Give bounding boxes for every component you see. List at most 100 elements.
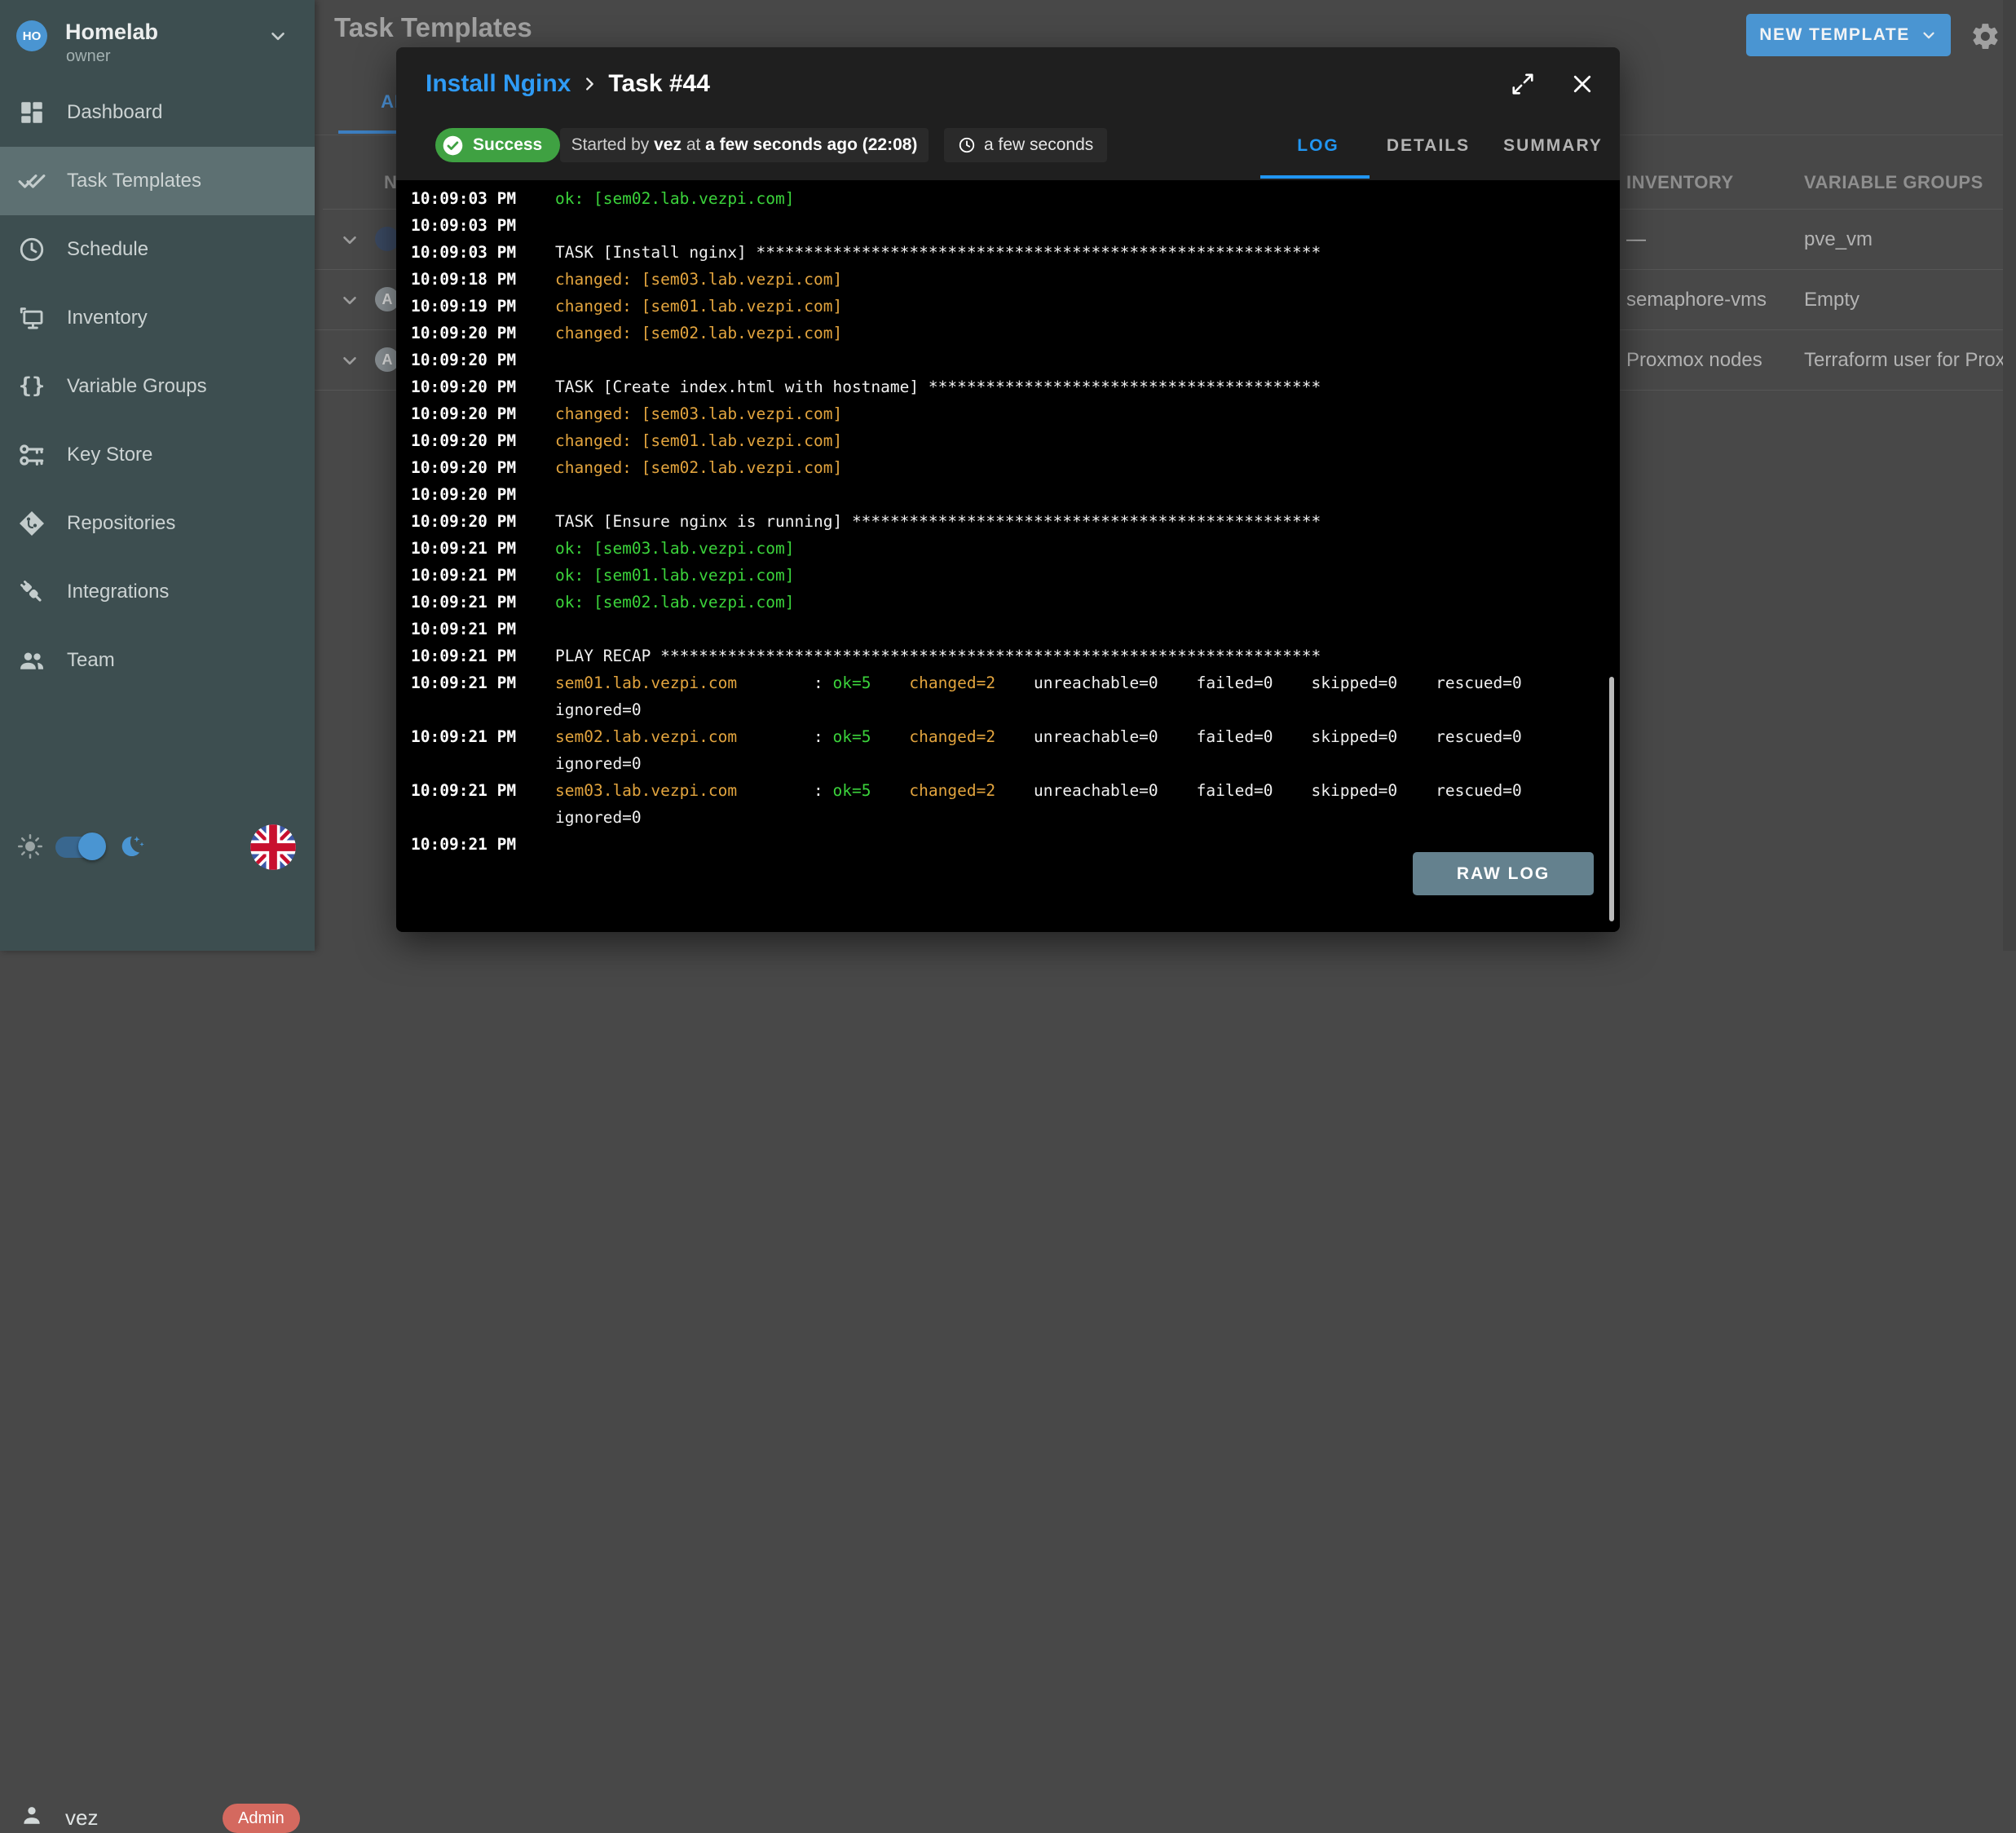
sidebar-item-label: Team xyxy=(67,649,115,672)
log-text: changed: [sem01.lab.vezpi.com] xyxy=(555,431,842,450)
log-text xyxy=(871,727,909,746)
chevron-down-icon[interactable] xyxy=(339,229,360,250)
integrations-icon xyxy=(18,578,46,606)
log-text: PLAY RECAP *****************************… xyxy=(555,647,1321,665)
log-timestamp: 10:09:21 PM xyxy=(411,643,555,669)
sidebar-item-key-store[interactable]: Key Store xyxy=(0,421,315,489)
sidebar-item-integrations[interactable]: Integrations xyxy=(0,558,315,626)
inventory-icon xyxy=(18,304,46,332)
raw-log-button[interactable]: RAW LOG xyxy=(1413,852,1594,895)
sidebar-item-label: Key Store xyxy=(67,444,152,466)
breadcrumb-task-title: Task #44 xyxy=(608,70,710,98)
log-line: 10:09:20 PMTASK [Create index.html with … xyxy=(411,373,1620,400)
log-scrollbar[interactable] xyxy=(1609,677,1614,921)
sidebar-item-label: Repositories xyxy=(67,512,175,535)
modal-breadcrumb: Install Nginx Task #44 xyxy=(426,70,710,98)
language-flag-icon[interactable] xyxy=(249,824,297,871)
variable-groups-icon: {} xyxy=(18,373,46,400)
started-when: a few seconds ago (22:08) xyxy=(705,135,917,155)
log-text: ok: [sem02.lab.vezpi.com] xyxy=(555,189,795,208)
sidebar-item-dashboard[interactable]: Dashboard xyxy=(0,78,315,147)
log-text: : xyxy=(814,674,832,692)
log-timestamp: 10:09:03 PM xyxy=(411,185,555,212)
log-text: changed: [sem02.lab.vezpi.com] xyxy=(555,458,842,477)
project-role: owner xyxy=(66,47,110,66)
log-line: 10:09:21 PMsem03.lab.vezpi.com : ok=5 ch… xyxy=(411,777,1620,804)
log-timestamp: 10:09:20 PM xyxy=(411,454,555,481)
new-template-button[interactable]: NEW TEMPLATE xyxy=(1746,14,1951,56)
log-line: 10:09:20 PMTASK [Ensure nginx is running… xyxy=(411,508,1620,535)
log-line: 10:09:21 PMsem02.lab.vezpi.com : ok=5 ch… xyxy=(411,723,1620,750)
log-text: sem01.lab.vezpi.com xyxy=(555,674,814,692)
tab-details[interactable]: DETAILS xyxy=(1371,128,1485,164)
sidebar-item-team[interactable]: Team xyxy=(0,626,315,695)
breadcrumb-template-link[interactable]: Install Nginx xyxy=(426,70,571,98)
user-row[interactable]: vez Admin xyxy=(0,897,315,946)
project-switcher[interactable]: HO Homelab owner xyxy=(0,0,315,78)
log-text: sem02.lab.vezpi.com xyxy=(555,727,814,746)
duration-chip: a few seconds xyxy=(944,128,1107,162)
repositories-icon xyxy=(18,510,46,537)
new-template-label: NEW TEMPLATE xyxy=(1759,25,1909,45)
log-timestamp: 10:09:21 PM xyxy=(411,777,555,804)
sidebar-item-schedule[interactable]: Schedule xyxy=(0,215,315,284)
expand-icon[interactable] xyxy=(1511,72,1535,96)
log-text: ok: [sem02.lab.vezpi.com] xyxy=(555,593,795,612)
log-line: 10:09:19 PMchanged: [sem01.lab.vezpi.com… xyxy=(411,293,1620,320)
log-text: ignored=0 xyxy=(555,700,642,719)
log-text: ok: [sem03.lab.vezpi.com] xyxy=(555,539,795,558)
gear-icon[interactable] xyxy=(1970,21,2001,51)
log-line: 10:09:20 PMchanged: [sem02.lab.vezpi.com… xyxy=(411,320,1620,347)
log-timestamp: 10:09:21 PM xyxy=(411,589,555,616)
log-line: 10:09:21 PM xyxy=(411,616,1620,643)
log-timestamp: 10:09:21 PM xyxy=(411,723,555,750)
column-header-inventory: INVENTORY xyxy=(1626,172,1734,193)
admin-badge: Admin xyxy=(223,1804,300,1833)
log-text: TASK [Install nginx] *******************… xyxy=(555,243,1321,262)
sidebar-item-task-templates[interactable]: Task Templates xyxy=(0,147,315,215)
log-timestamp: 10:09:20 PM xyxy=(411,320,555,347)
sidebar-item-variable-groups[interactable]: {}Variable Groups xyxy=(0,352,315,421)
sidebar-item-repositories[interactable]: Repositories xyxy=(0,489,315,558)
log-text: unreachable=0 failed=0 skipped=0 rescued… xyxy=(995,674,1522,692)
cell-variable-groups: Empty xyxy=(1804,270,1859,329)
log-timestamp: 10:09:21 PM xyxy=(411,535,555,562)
started-by-chip: Started by vez at a few seconds ago (22:… xyxy=(560,128,929,162)
tab-summary[interactable]: SUMMARY xyxy=(1492,128,1614,164)
log-timestamp: 10:09:03 PM xyxy=(411,239,555,266)
sidebar-item-label: Task Templates xyxy=(67,170,201,192)
log-timestamp: 10:09:20 PM xyxy=(411,400,555,427)
sidebar-item-inventory[interactable]: Inventory xyxy=(0,284,315,352)
chevron-down-icon[interactable] xyxy=(339,350,360,371)
log-text: : xyxy=(814,781,832,800)
chevron-down-icon xyxy=(1920,26,1938,44)
task-modal: Install Nginx Task #44 Success Started b… xyxy=(396,47,1620,932)
log-text xyxy=(871,674,909,692)
log-timestamp: 10:09:20 PM xyxy=(411,347,555,373)
log-line: 10:09:21 PMok: [sem01.lab.vezpi.com] xyxy=(411,562,1620,589)
log-timestamp: 10:09:18 PM xyxy=(411,266,555,293)
log-timestamp: 10:09:20 PM xyxy=(411,481,555,508)
page-scrollbar[interactable] xyxy=(2003,0,2016,951)
log-timestamp: 10:09:21 PM xyxy=(411,669,555,696)
sidebar-item-label: Inventory xyxy=(67,307,148,329)
log-line: 10:09:03 PM xyxy=(411,212,1620,239)
log-line: 10:09:18 PMchanged: [sem03.lab.vezpi.com… xyxy=(411,266,1620,293)
log-text: : xyxy=(814,727,832,746)
key-store-icon xyxy=(18,441,46,469)
close-icon[interactable] xyxy=(1570,72,1595,96)
log-line: 10:09:20 PM xyxy=(411,347,1620,373)
project-name: Homelab xyxy=(65,20,158,45)
log-timestamp: 10:09:21 PM xyxy=(411,562,555,589)
started-prefix: Started by xyxy=(571,135,655,155)
log-timestamp: 10:09:20 PM xyxy=(411,508,555,535)
chevron-down-icon[interactable] xyxy=(339,289,360,311)
theme-toggle-knob[interactable] xyxy=(78,833,106,860)
tab-log[interactable]: LOG xyxy=(1273,128,1363,164)
moon-icon xyxy=(117,833,145,860)
log-line: ignored=0 xyxy=(411,804,1620,831)
log-text: changed=2 xyxy=(909,674,995,692)
log-timestamp: 10:09:21 PM xyxy=(411,616,555,643)
team-icon xyxy=(18,647,46,674)
log-text: changed=2 xyxy=(909,781,995,800)
